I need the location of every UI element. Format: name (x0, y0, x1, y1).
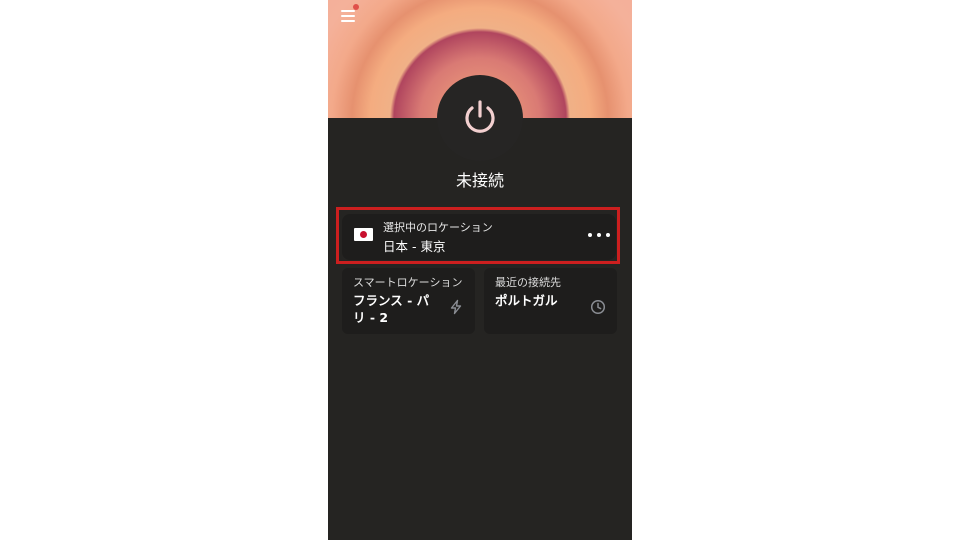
smart-location-tile[interactable]: スマートロケーション フランス - パリ - 2 (342, 268, 475, 334)
app-screen: 未接続 選択中のロケーション 日本 - 東京 スマートロケーション フランス -… (328, 0, 632, 540)
smart-location-value: フランス - パリ - 2 (353, 293, 430, 325)
current-location-label: 選択中のロケーション (383, 221, 493, 234)
menu-button[interactable] (341, 9, 357, 23)
recent-location-value: ポルトガル (495, 293, 558, 308)
japan-flag-icon (354, 228, 373, 241)
current-location-card[interactable]: 選択中のロケーション 日本 - 東京 (342, 214, 616, 260)
menu-icon-bar (341, 20, 355, 22)
lightning-icon (450, 299, 462, 315)
notification-dot (353, 4, 359, 10)
smart-location-label: スマートロケーション (353, 276, 463, 289)
more-icon-dot (597, 233, 601, 237)
recent-location-label: 最近の接続先 (495, 276, 561, 289)
menu-icon-bar (341, 15, 355, 17)
more-icon-dot (606, 233, 610, 237)
more-icon (588, 233, 592, 237)
clock-icon (590, 299, 606, 315)
recent-location-tile[interactable]: 最近の接続先 ポルトガル (484, 268, 617, 334)
power-button[interactable] (437, 75, 523, 161)
menu-icon (341, 10, 355, 12)
more-options-button[interactable] (588, 226, 610, 244)
power-icon (465, 100, 495, 133)
connection-status: 未接続 (455, 171, 504, 190)
current-location-value: 日本 - 東京 (383, 239, 446, 254)
